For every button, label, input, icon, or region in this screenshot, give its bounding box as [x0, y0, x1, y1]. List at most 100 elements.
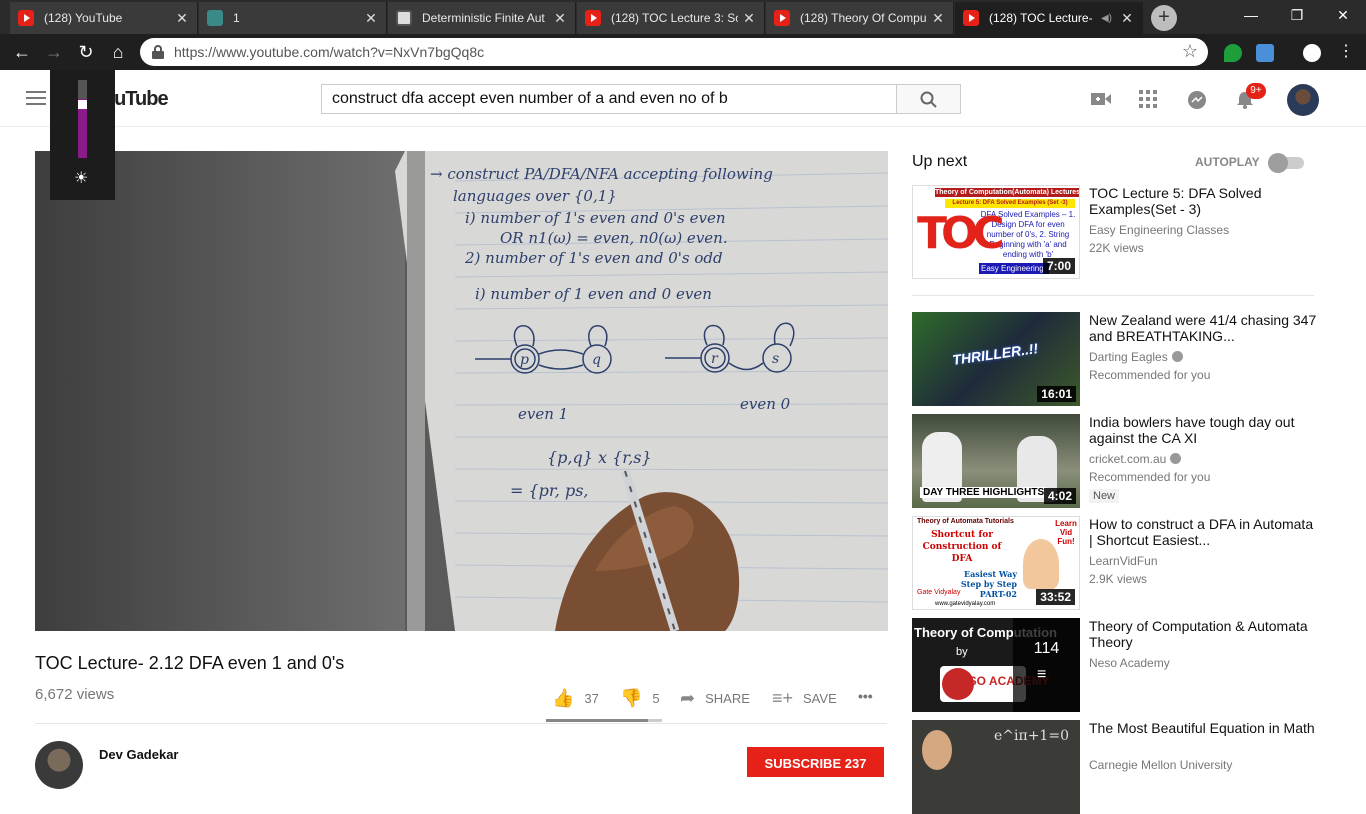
profile-icon[interactable] — [1303, 44, 1321, 62]
subscribe-button[interactable]: SUBSCRIBE 237 — [747, 747, 884, 777]
browser-tab-3[interactable]: Deterministic Finite Aut ✕ — [388, 2, 576, 34]
user-avatar[interactable] — [1287, 84, 1319, 116]
rec-title[interactable]: TOC Lecture 5: DFA Solved Examples(Set -… — [1089, 185, 1319, 217]
up-next-heading: Up next — [912, 153, 968, 170]
playlist-overlay: 114 ≡ — [1013, 618, 1080, 712]
video-thumbnail[interactable]: THRILLER..!! 16:01 — [912, 312, 1080, 406]
search-input[interactable]: construct dfa accept even number of a an… — [321, 84, 897, 114]
minimize-button[interactable]: — — [1228, 0, 1274, 30]
browser-tab-2[interactable]: 1 ✕ — [199, 2, 387, 34]
apps-grid-icon[interactable] — [1139, 90, 1159, 108]
speaker-icon[interactable]: ◀) — [1101, 13, 1112, 24]
video-player[interactable]: → construct PA/DFA/NFA accepting followi… — [35, 151, 888, 631]
divider — [35, 723, 887, 724]
rec-title[interactable]: The Most Beautiful Equation in Math — [1089, 720, 1319, 736]
search-button[interactable] — [896, 84, 961, 114]
thumb-header: Theory of Automata Tutorials — [917, 518, 1014, 525]
handwriting-even1: even 1 — [518, 405, 568, 423]
close-icon[interactable]: ✕ — [553, 10, 567, 27]
thumb-url: www.gatevidyalay.com — [935, 601, 996, 607]
url-text[interactable]: https://www.youtube.com/watch?v=NxVn7bgQ… — [174, 44, 484, 60]
handwriting-line: i) number of 1 even and 0 even — [475, 285, 712, 303]
recommended-video-6[interactable]: e^iπ+1=0 The Most Beautiful Equation in … — [912, 720, 1332, 814]
state-label: s — [772, 351, 779, 367]
video-title: TOC Lecture- 2.12 DFA even 1 and 0's — [35, 653, 345, 673]
verified-check-icon — [1170, 453, 1182, 464]
rec-meta: Recommended for you — [1089, 470, 1211, 484]
create-video-icon[interactable] — [1091, 90, 1111, 108]
close-icon[interactable]: ✕ — [742, 10, 756, 27]
handwriting-product2: = {pr, ps, — [510, 481, 589, 500]
restore-button[interactable]: ❐ — [1274, 0, 1320, 30]
address-bar[interactable]: https://www.youtube.com/watch?v=NxVn7bgQ… — [140, 38, 1208, 66]
extension-green-icon[interactable] — [1224, 44, 1242, 62]
menu-dots-icon[interactable]: ⋮ — [1334, 40, 1358, 64]
brightness-slider[interactable] — [78, 80, 87, 158]
extension-blue-icon[interactable] — [1256, 44, 1274, 62]
share-label: SHARE — [705, 691, 750, 706]
close-window-button[interactable]: ✕ — [1320, 0, 1366, 30]
close-icon[interactable]: ✕ — [175, 10, 189, 27]
forward-arrow-icon[interactable]: → — [42, 40, 66, 64]
save-button[interactable]: ≡+ SAVE — [772, 688, 837, 709]
browser-tab-4[interactable]: (128) TOC Lecture 3: So ✕ — [577, 2, 765, 34]
video-thumbnail[interactable]: Theory of Automata Tutorials Shortcut fo… — [912, 516, 1080, 610]
handwriting-line: 2) number of 1's even and 0's odd — [464, 249, 723, 267]
duration-badge: 16:01 — [1037, 386, 1076, 402]
autoplay-toggle[interactable] — [1268, 153, 1306, 173]
autoplay-label: AUTOPLAY — [1195, 155, 1260, 169]
new-tab-button[interactable]: + — [1151, 5, 1177, 31]
youtube-icon — [963, 10, 979, 26]
thumb-text: DAY THREE HIGHLIGHTS — [920, 487, 1048, 498]
video-thumbnail[interactable]: DAY THREE HIGHLIGHTS 4:02 — [912, 414, 1080, 508]
rec-title[interactable]: India bowlers have tough day out against… — [1089, 414, 1319, 446]
video-thumbnail[interactable]: e^iπ+1=0 — [912, 720, 1080, 814]
handwriting-line: OR n1(ω) = even, n0(ω) even. — [500, 229, 728, 247]
video-thumbnail[interactable]: Theory of Computation(Automata) Lectures… — [912, 185, 1080, 279]
rec-title[interactable]: Theory of Computation & Automata Theory — [1089, 618, 1319, 650]
save-label: SAVE — [803, 691, 837, 706]
rec-channel: Carnegie Mellon University — [1089, 758, 1233, 772]
recommended-video-2[interactable]: THRILLER..!! 16:01 New Zealand were 41/4… — [912, 312, 1332, 406]
close-icon[interactable]: ✕ — [1120, 10, 1134, 27]
close-icon[interactable]: ✕ — [364, 10, 378, 27]
subscribe-label: SUBSCRIBE — [764, 756, 842, 771]
tab-title: (128) TOC Lecture 3: So — [611, 11, 738, 25]
recommended-video-1[interactable]: Theory of Computation(Automata) Lectures… — [912, 185, 1332, 279]
handwriting-line: i) number of 1's even and 0's even — [465, 209, 726, 227]
rec-channel: Darting Eagles — [1089, 350, 1183, 364]
channel-avatar[interactable] — [35, 741, 83, 789]
dislike-button[interactable]: 👎 5 — [620, 688, 660, 709]
thumb-tag: Learn Vid Fun! — [1055, 519, 1077, 546]
tab-title: 1 — [233, 11, 240, 25]
browser-tab-5[interactable]: (128) Theory Of Compu ✕ — [766, 2, 954, 34]
tab-title: (128) TOC Lecture- — [989, 11, 1093, 25]
rec-title[interactable]: How to construct a DFA in Automata | Sho… — [1089, 516, 1319, 548]
recommended-playlist-5[interactable]: Theory of Computation by NESO ACADEMY 11… — [912, 618, 1332, 712]
globe-icon — [207, 10, 223, 26]
rec-title[interactable]: New Zealand were 41/4 chasing 347 and BR… — [1089, 312, 1319, 344]
channel-name[interactable]: Dev Gadekar — [99, 747, 179, 762]
share-button[interactable]: ➦ SHARE — [680, 688, 750, 709]
recommended-video-4[interactable]: Theory of Automata Tutorials Shortcut fo… — [912, 516, 1332, 610]
tab-title: Deterministic Finite Aut — [422, 11, 545, 25]
browser-tab-1[interactable]: (128) YouTube ✕ — [10, 2, 198, 34]
messages-icon[interactable] — [1187, 90, 1207, 109]
thumbs-up-icon: 👍 — [552, 688, 575, 708]
close-icon[interactable]: ✕ — [931, 10, 945, 27]
rec-channel: Easy Engineering Classes — [1089, 223, 1230, 237]
playlist-thumbnail[interactable]: Theory of Computation by NESO ACADEMY 11… — [912, 618, 1080, 712]
brightness-knob[interactable] — [78, 100, 87, 109]
like-button[interactable]: 👍 37 — [552, 688, 599, 709]
hamburger-menu-icon[interactable] — [26, 91, 46, 105]
reload-icon[interactable]: ↻ — [74, 40, 98, 64]
back-arrow-icon[interactable]: ← — [10, 40, 34, 64]
home-icon[interactable]: ⌂ — [106, 40, 130, 64]
bookmark-star-icon[interactable]: ☆ — [1182, 41, 1198, 62]
recommended-video-3[interactable]: DAY THREE HIGHLIGHTS 4:02 India bowlers … — [912, 414, 1332, 508]
subscriber-count: 237 — [844, 756, 867, 771]
lock-icon — [152, 45, 164, 59]
thumbs-down-icon: 👎 — [620, 688, 643, 708]
browser-tab-6-active[interactable]: (128) TOC Lecture- ◀) ✕ — [955, 2, 1143, 34]
more-actions-button[interactable]: ••• — [858, 688, 873, 704]
